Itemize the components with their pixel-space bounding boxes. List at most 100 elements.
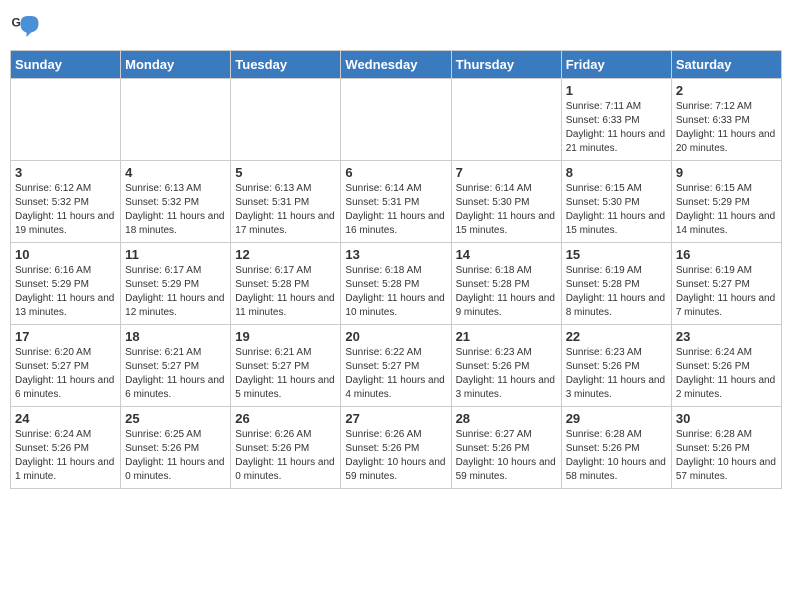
weekday-header-thursday: Thursday <box>451 51 561 79</box>
day-info: Sunrise: 6:19 AMSunset: 5:28 PMDaylight:… <box>566 264 667 320</box>
day-info: Sunrise: 6:15 AMSunset: 5:30 PMDaylight:… <box>566 182 667 238</box>
calendar-cell: 1 Sunrise: 7:11 AMSunset: 6:33 PMDaylight… <box>561 79 671 161</box>
day-info: Sunrise: 6:28 AMSunset: 5:26 PMDaylight:… <box>566 428 667 484</box>
day-info: Sunrise: 6:24 AMSunset: 5:26 PMDaylight:… <box>676 346 777 402</box>
day-number: 13 <box>345 247 446 262</box>
calendar-cell: 11Sunrise: 6:17 AMSunset: 5:29 PMDayligh… <box>121 243 231 325</box>
calendar-cell: 19 Sunrise: 6:21 AMSunset: 5:27 PMDayligh… <box>231 325 341 407</box>
calendar-cell: 10 Sunrise: 6:16 AMSunset: 5:29 PMDayligh… <box>11 243 121 325</box>
calendar-cell: 29 Sunrise: 6:28 AMSunset: 5:26 PMDayligh… <box>561 407 671 489</box>
calendar-cell: 23 Sunrise: 6:24 AMSunset: 5:26 PMDayligh… <box>671 325 781 407</box>
day-info: Sunrise: 6:27 AMSunset: 5:26 PMDaylight:… <box>456 428 557 484</box>
day-info: Sunrise: 6:23 AMSunset: 5:26 PMDaylight:… <box>456 346 557 402</box>
logo-icon: Gen <box>10 10 40 40</box>
calendar-week-4: 17 Sunrise: 6:20 AMSunset: 5:27 PMDayligh… <box>11 325 782 407</box>
day-info: Sunrise: 6:14 AMSunset: 5:31 PMDaylight:… <box>345 182 446 238</box>
day-info: Sunrise: 6:20 AMSunset: 5:27 PMDaylight:… <box>15 346 116 402</box>
day-number: 18 <box>125 329 226 344</box>
day-number: 24 <box>15 411 116 426</box>
day-info: Sunrise: 6:15 AMSunset: 5:29 PMDaylight:… <box>676 182 777 238</box>
calendar-cell: 2 Sunrise: 7:12 AMSunset: 6:33 PMDaylight… <box>671 79 781 161</box>
calendar-cell: 4 Sunrise: 6:13 AMSunset: 5:32 PMDaylight… <box>121 161 231 243</box>
calendar-cell <box>451 79 561 161</box>
calendar-week-1: 1 Sunrise: 7:11 AMSunset: 6:33 PMDaylight… <box>11 79 782 161</box>
day-number: 4 <box>125 165 226 180</box>
day-info: Sunrise: 6:28 AMSunset: 5:26 PMDaylight:… <box>676 428 777 484</box>
day-number: 10 <box>15 247 116 262</box>
weekday-header-friday: Friday <box>561 51 671 79</box>
day-info: Sunrise: 6:14 AMSunset: 5:30 PMDaylight:… <box>456 182 557 238</box>
day-number: 30 <box>676 411 777 426</box>
day-number: 23 <box>676 329 777 344</box>
calendar-week-3: 10 Sunrise: 6:16 AMSunset: 5:29 PMDayligh… <box>11 243 782 325</box>
day-number: 8 <box>566 165 667 180</box>
calendar-cell: 26 Sunrise: 6:26 AMSunset: 5:26 PMDayligh… <box>231 407 341 489</box>
day-number: 2 <box>676 83 777 98</box>
page-header: Gen <box>10 10 782 40</box>
calendar-cell: 12 Sunrise: 6:17 AMSunset: 5:28 PMDayligh… <box>231 243 341 325</box>
calendar-cell: 3Sunrise: 6:12 AMSunset: 5:32 PMDaylight… <box>11 161 121 243</box>
calendar-cell: 15 Sunrise: 6:19 AMSunset: 5:28 PMDayligh… <box>561 243 671 325</box>
calendar-cell: 6 Sunrise: 6:14 AMSunset: 5:31 PMDaylight… <box>341 161 451 243</box>
calendar-cell: 20 Sunrise: 6:22 AMSunset: 5:27 PMDayligh… <box>341 325 451 407</box>
day-info: Sunrise: 6:13 AMSunset: 5:32 PMDaylight:… <box>125 182 226 238</box>
day-info: Sunrise: 6:25 AMSunset: 5:26 PMDaylight:… <box>125 428 226 484</box>
day-number: 29 <box>566 411 667 426</box>
day-number: 19 <box>235 329 336 344</box>
calendar-header: SundayMondayTuesdayWednesdayThursdayFrid… <box>11 51 782 79</box>
day-info: Sunrise: 6:12 AMSunset: 5:32 PMDaylight:… <box>15 182 116 238</box>
day-info: Sunrise: 6:19 AMSunset: 5:27 PMDaylight:… <box>676 264 777 320</box>
calendar-body: 1 Sunrise: 7:11 AMSunset: 6:33 PMDaylight… <box>11 79 782 489</box>
calendar-cell <box>231 79 341 161</box>
day-number: 21 <box>456 329 557 344</box>
day-info: Sunrise: 6:16 AMSunset: 5:29 PMDaylight:… <box>15 264 116 320</box>
weekday-header-tuesday: Tuesday <box>231 51 341 79</box>
calendar-cell: 24Sunrise: 6:24 AMSunset: 5:26 PMDayligh… <box>11 407 121 489</box>
day-info: Sunrise: 7:11 AMSunset: 6:33 PMDaylight:… <box>566 100 667 156</box>
weekday-header-saturday: Saturday <box>671 51 781 79</box>
day-number: 26 <box>235 411 336 426</box>
weekday-header-monday: Monday <box>121 51 231 79</box>
weekday-header-wednesday: Wednesday <box>341 51 451 79</box>
day-number: 20 <box>345 329 446 344</box>
day-info: Sunrise: 6:13 AMSunset: 5:31 PMDaylight:… <box>235 182 336 238</box>
calendar-cell <box>11 79 121 161</box>
calendar-cell: 14 Sunrise: 6:18 AMSunset: 5:28 PMDayligh… <box>451 243 561 325</box>
day-number: 22 <box>566 329 667 344</box>
day-info: Sunrise: 6:17 AMSunset: 5:28 PMDaylight:… <box>235 264 336 320</box>
day-number: 6 <box>345 165 446 180</box>
calendar-week-2: 3Sunrise: 6:12 AMSunset: 5:32 PMDaylight… <box>11 161 782 243</box>
calendar-cell: 27Sunrise: 6:26 AMSunset: 5:26 PMDayligh… <box>341 407 451 489</box>
day-info: Sunrise: 6:26 AMSunset: 5:26 PMDaylight:… <box>345 428 446 484</box>
day-info: Sunrise: 6:22 AMSunset: 5:27 PMDaylight:… <box>345 346 446 402</box>
calendar-cell <box>341 79 451 161</box>
day-info: Sunrise: 6:18 AMSunset: 5:28 PMDaylight:… <box>345 264 446 320</box>
day-number: 14 <box>456 247 557 262</box>
day-number: 17 <box>15 329 116 344</box>
day-number: 9 <box>676 165 777 180</box>
calendar-cell <box>121 79 231 161</box>
day-number: 25 <box>125 411 226 426</box>
day-number: 16 <box>676 247 777 262</box>
calendar-cell: 28Sunrise: 6:27 AMSunset: 5:26 PMDayligh… <box>451 407 561 489</box>
calendar-cell: 30 Sunrise: 6:28 AMSunset: 5:26 PMDayligh… <box>671 407 781 489</box>
calendar-cell: 18 Sunrise: 6:21 AMSunset: 5:27 PMDayligh… <box>121 325 231 407</box>
calendar-cell: 21 Sunrise: 6:23 AMSunset: 5:26 PMDayligh… <box>451 325 561 407</box>
day-info: Sunrise: 6:18 AMSunset: 5:28 PMDaylight:… <box>456 264 557 320</box>
calendar-cell: 25 Sunrise: 6:25 AMSunset: 5:26 PMDayligh… <box>121 407 231 489</box>
day-number: 7 <box>456 165 557 180</box>
day-info: Sunrise: 6:21 AMSunset: 5:27 PMDaylight:… <box>235 346 336 402</box>
calendar-cell: 7 Sunrise: 6:14 AMSunset: 5:30 PMDaylight… <box>451 161 561 243</box>
day-info: Sunrise: 7:12 AMSunset: 6:33 PMDaylight:… <box>676 100 777 156</box>
day-number: 15 <box>566 247 667 262</box>
calendar-cell: 8 Sunrise: 6:15 AMSunset: 5:30 PMDaylight… <box>561 161 671 243</box>
calendar-cell: 5Sunrise: 6:13 AMSunset: 5:31 PMDaylight… <box>231 161 341 243</box>
day-info: Sunrise: 6:26 AMSunset: 5:26 PMDaylight:… <box>235 428 336 484</box>
calendar-cell: 22Sunrise: 6:23 AMSunset: 5:26 PMDayligh… <box>561 325 671 407</box>
calendar-cell: 17 Sunrise: 6:20 AMSunset: 5:27 PMDayligh… <box>11 325 121 407</box>
day-number: 12 <box>235 247 336 262</box>
calendar-cell: 9 Sunrise: 6:15 AMSunset: 5:29 PMDaylight… <box>671 161 781 243</box>
day-number: 1 <box>566 83 667 98</box>
day-info: Sunrise: 6:21 AMSunset: 5:27 PMDaylight:… <box>125 346 226 402</box>
weekday-header-sunday: Sunday <box>11 51 121 79</box>
